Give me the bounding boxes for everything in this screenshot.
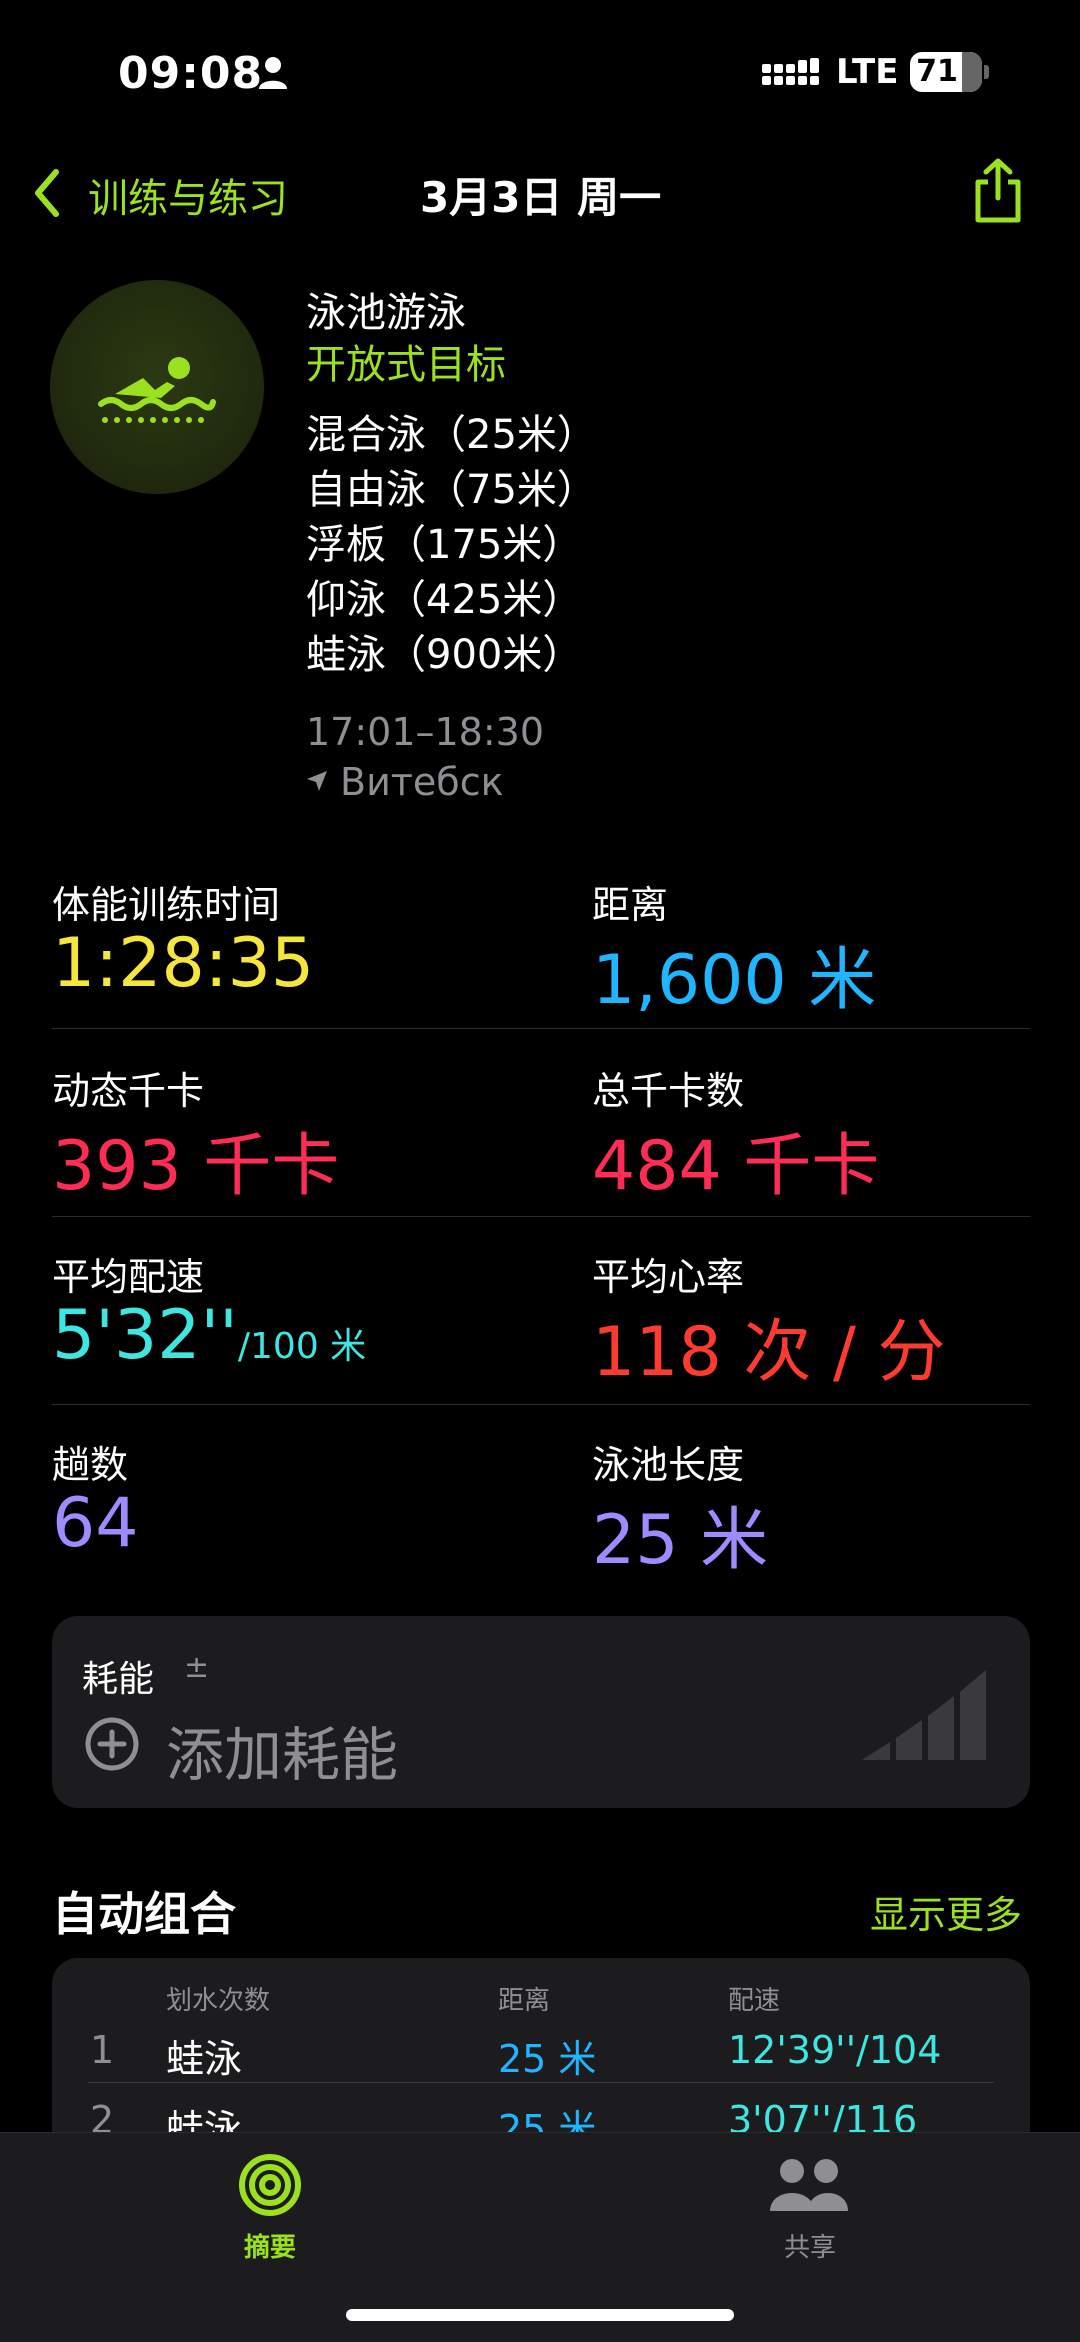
effort-bars-icon [862,1670,986,1760]
plus-circle-icon[interactable] [84,1716,140,1772]
avg-pace-value: 5'32''/100 米 [52,1296,366,1375]
activity-rings-icon[interactable] [238,2153,302,2217]
workout-time-range: 17:01–18:30 [306,710,545,754]
network-type: LTE [836,52,899,92]
row-stroke: 蛙泳 [166,2037,243,2081]
status-time: 09:08 [118,48,264,99]
column-header: 配速 [728,1986,781,2016]
battery-level: 71 [916,54,958,89]
workout-type: 泳池游泳 [306,290,466,336]
row-divider [88,2082,994,2083]
workout-location: Витебск [340,760,504,804]
share-icon[interactable] [970,158,1026,224]
show-more-link[interactable]: 显示更多 [870,1884,1022,1939]
active-kcal-value: 393 千卡 [52,1127,340,1206]
location-arrow-icon [307,771,327,791]
divider [52,1216,1030,1217]
stroke-item: 自由泳（75米） [306,467,597,513]
stroke-item: 浮板（175米） [306,522,583,568]
add-effort-button[interactable]: 添加耗能 [166,1708,398,1792]
battery-cap [984,65,989,79]
divider [52,1028,1030,1029]
distance-value: 1,600 米 [592,941,877,1020]
workout-goal: 开放式目标 [306,342,506,388]
swimmer-icon [98,357,216,423]
laps-value: 64 [52,1484,139,1563]
tab-summary[interactable]: 摘要 [230,2227,310,2264]
total-kcal-label: 总千卡数 [592,1069,745,1113]
effort-plusminus: ± [184,1650,210,1685]
avg-pace-number: 5'32'' [52,1296,238,1375]
total-kcal-value: 484 千卡 [592,1127,880,1206]
divider [52,1404,1030,1405]
stroke-item: 蛙泳（900米） [306,632,583,678]
avg-pace-unit: /100 米 [237,1326,367,1367]
tab-share[interactable]: 共享 [770,2227,850,2264]
column-header: 距离 [498,1986,551,2016]
section-title: 自动组合 [52,1887,236,1941]
effort-label: 耗能 [82,1659,155,1700]
distance-label: 距离 [592,883,669,927]
pool-length-label: 泳池长度 [592,1443,745,1487]
effort-card[interactable]: 耗能 ± 添加耗能 [52,1616,1030,1808]
active-kcal-label: 动态千卡 [52,1069,205,1113]
tab-bar: 摘要 共享 [0,2132,1080,2342]
row-number: 1 [90,2028,115,2072]
status-bar: 09:08 LTE 71 [0,48,1080,99]
people-icon[interactable] [768,2157,850,2213]
pool-length-value: 25 米 [592,1501,769,1580]
sets-table: 划水次数 距离 配速 1 蛙泳 25 米 12'39''/104 2 蛙泳 25… [52,1958,1030,2158]
column-header: 划水次数 [166,1986,271,2016]
person-icon [259,57,287,89]
laps-label: 趟数 [52,1443,129,1487]
stroke-item: 仰泳（425米） [306,577,583,623]
avg-hr-label: 平均心率 [592,1255,745,1299]
stroke-item: 混合泳（25米） [306,412,597,458]
row-pace: 12'39''/104 [728,2028,942,2072]
duration-value: 1:28:35 [52,924,315,1003]
back-button[interactable]: 训练与练习 [88,166,288,224]
signal-icon [762,58,819,85]
stroke-list: 混合泳（25米） 自由泳（75米） 浮板（175米） 仰泳（425米） 蛙泳（9… [306,408,597,683]
chevron-left-icon[interactable] [30,166,64,220]
battery-icon: 71 [910,52,982,92]
avg-pace-label: 平均配速 [52,1255,205,1299]
home-indicator[interactable] [346,2309,734,2321]
row-distance: 25 米 [498,2037,597,2081]
duration-label: 体能训练时间 [52,883,281,927]
avg-hr-value: 118 次 / 分 [592,1313,946,1392]
page-title: 3月3日 周一 [420,173,662,222]
